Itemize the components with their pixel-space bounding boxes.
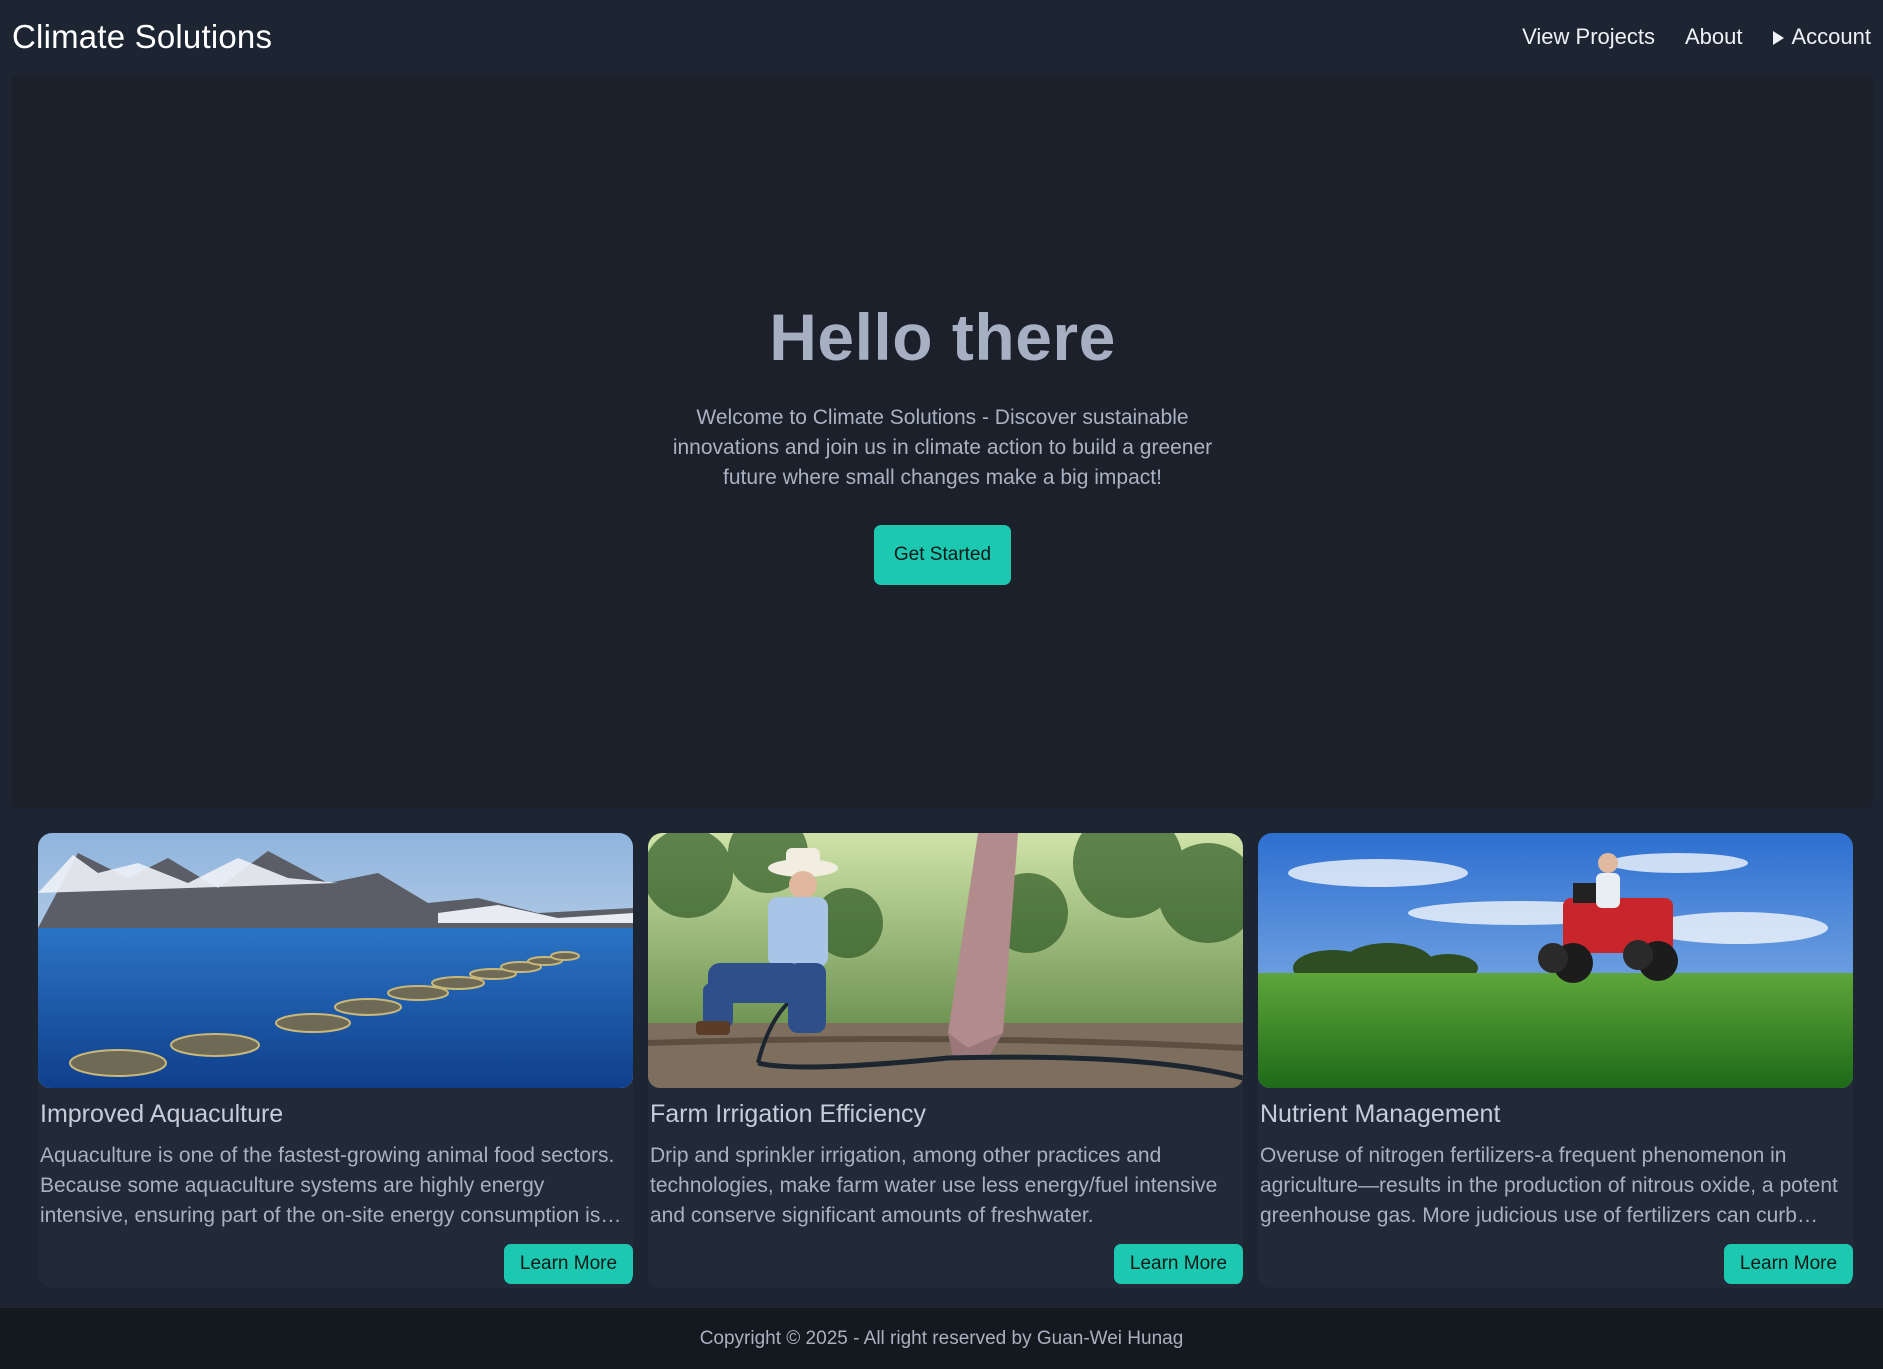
learn-more-button[interactable]: Learn More [1114,1244,1243,1284]
footer-copyright: Copyright © 2025 - All right reserved by… [699,1327,1184,1349]
solution-card: Nutrient Management Overuse of nitrogen … [1258,833,1853,1288]
card-title: Nutrient Management [1260,1100,1501,1128]
card-description: Drip and sprinkler irrigation, among oth… [650,1144,1218,1227]
hero-title: Hello there [769,300,1116,374]
orchard-drip-irrigation-image [648,833,1243,1088]
card-title: Improved Aquaculture [40,1100,284,1128]
nav-view-projects-link[interactable]: View Projects [1522,24,1655,50]
atv-field-image [1258,833,1853,1088]
hero-subtitle: Welcome to Climate Solutions - Discover … [672,406,1213,489]
solution-card: Improved Aquaculture Aquaculture is one … [38,833,633,1288]
hero-section: Hello there Welcome to Climate Solutions… [12,76,1873,808]
top-navbar: Climate Solutions View Projects About Ac… [0,0,1883,74]
nav-account-dropdown[interactable]: Account [1772,24,1872,50]
nav-menu: View Projects About Account [1522,24,1871,50]
card-title: Farm Irrigation Efficiency [650,1100,927,1128]
learn-more-button[interactable]: Learn More [504,1244,633,1284]
footer: Copyright © 2025 - All right reserved by… [0,1308,1883,1369]
fjord-fish-pens-image [38,833,633,1088]
nav-about-link[interactable]: About [1685,24,1743,50]
card-description: Overuse of nitrogen fertilizers-a freque… [1260,1144,1838,1227]
nav-account-label: Account [1791,24,1872,49]
get-started-button[interactable]: Get Started [874,525,1011,585]
brand-logo-text[interactable]: Climate Solutions [12,18,272,56]
solutions-card-grid: Improved Aquaculture Aquaculture is one … [38,833,1854,1288]
card-description: Aquaculture is one of the fastest-growin… [40,1144,615,1227]
caret-right-icon [1772,30,1784,45]
learn-more-button[interactable]: Learn More [1724,1244,1853,1284]
solution-card: Farm Irrigation Efficiency Drip and spri… [648,833,1243,1288]
